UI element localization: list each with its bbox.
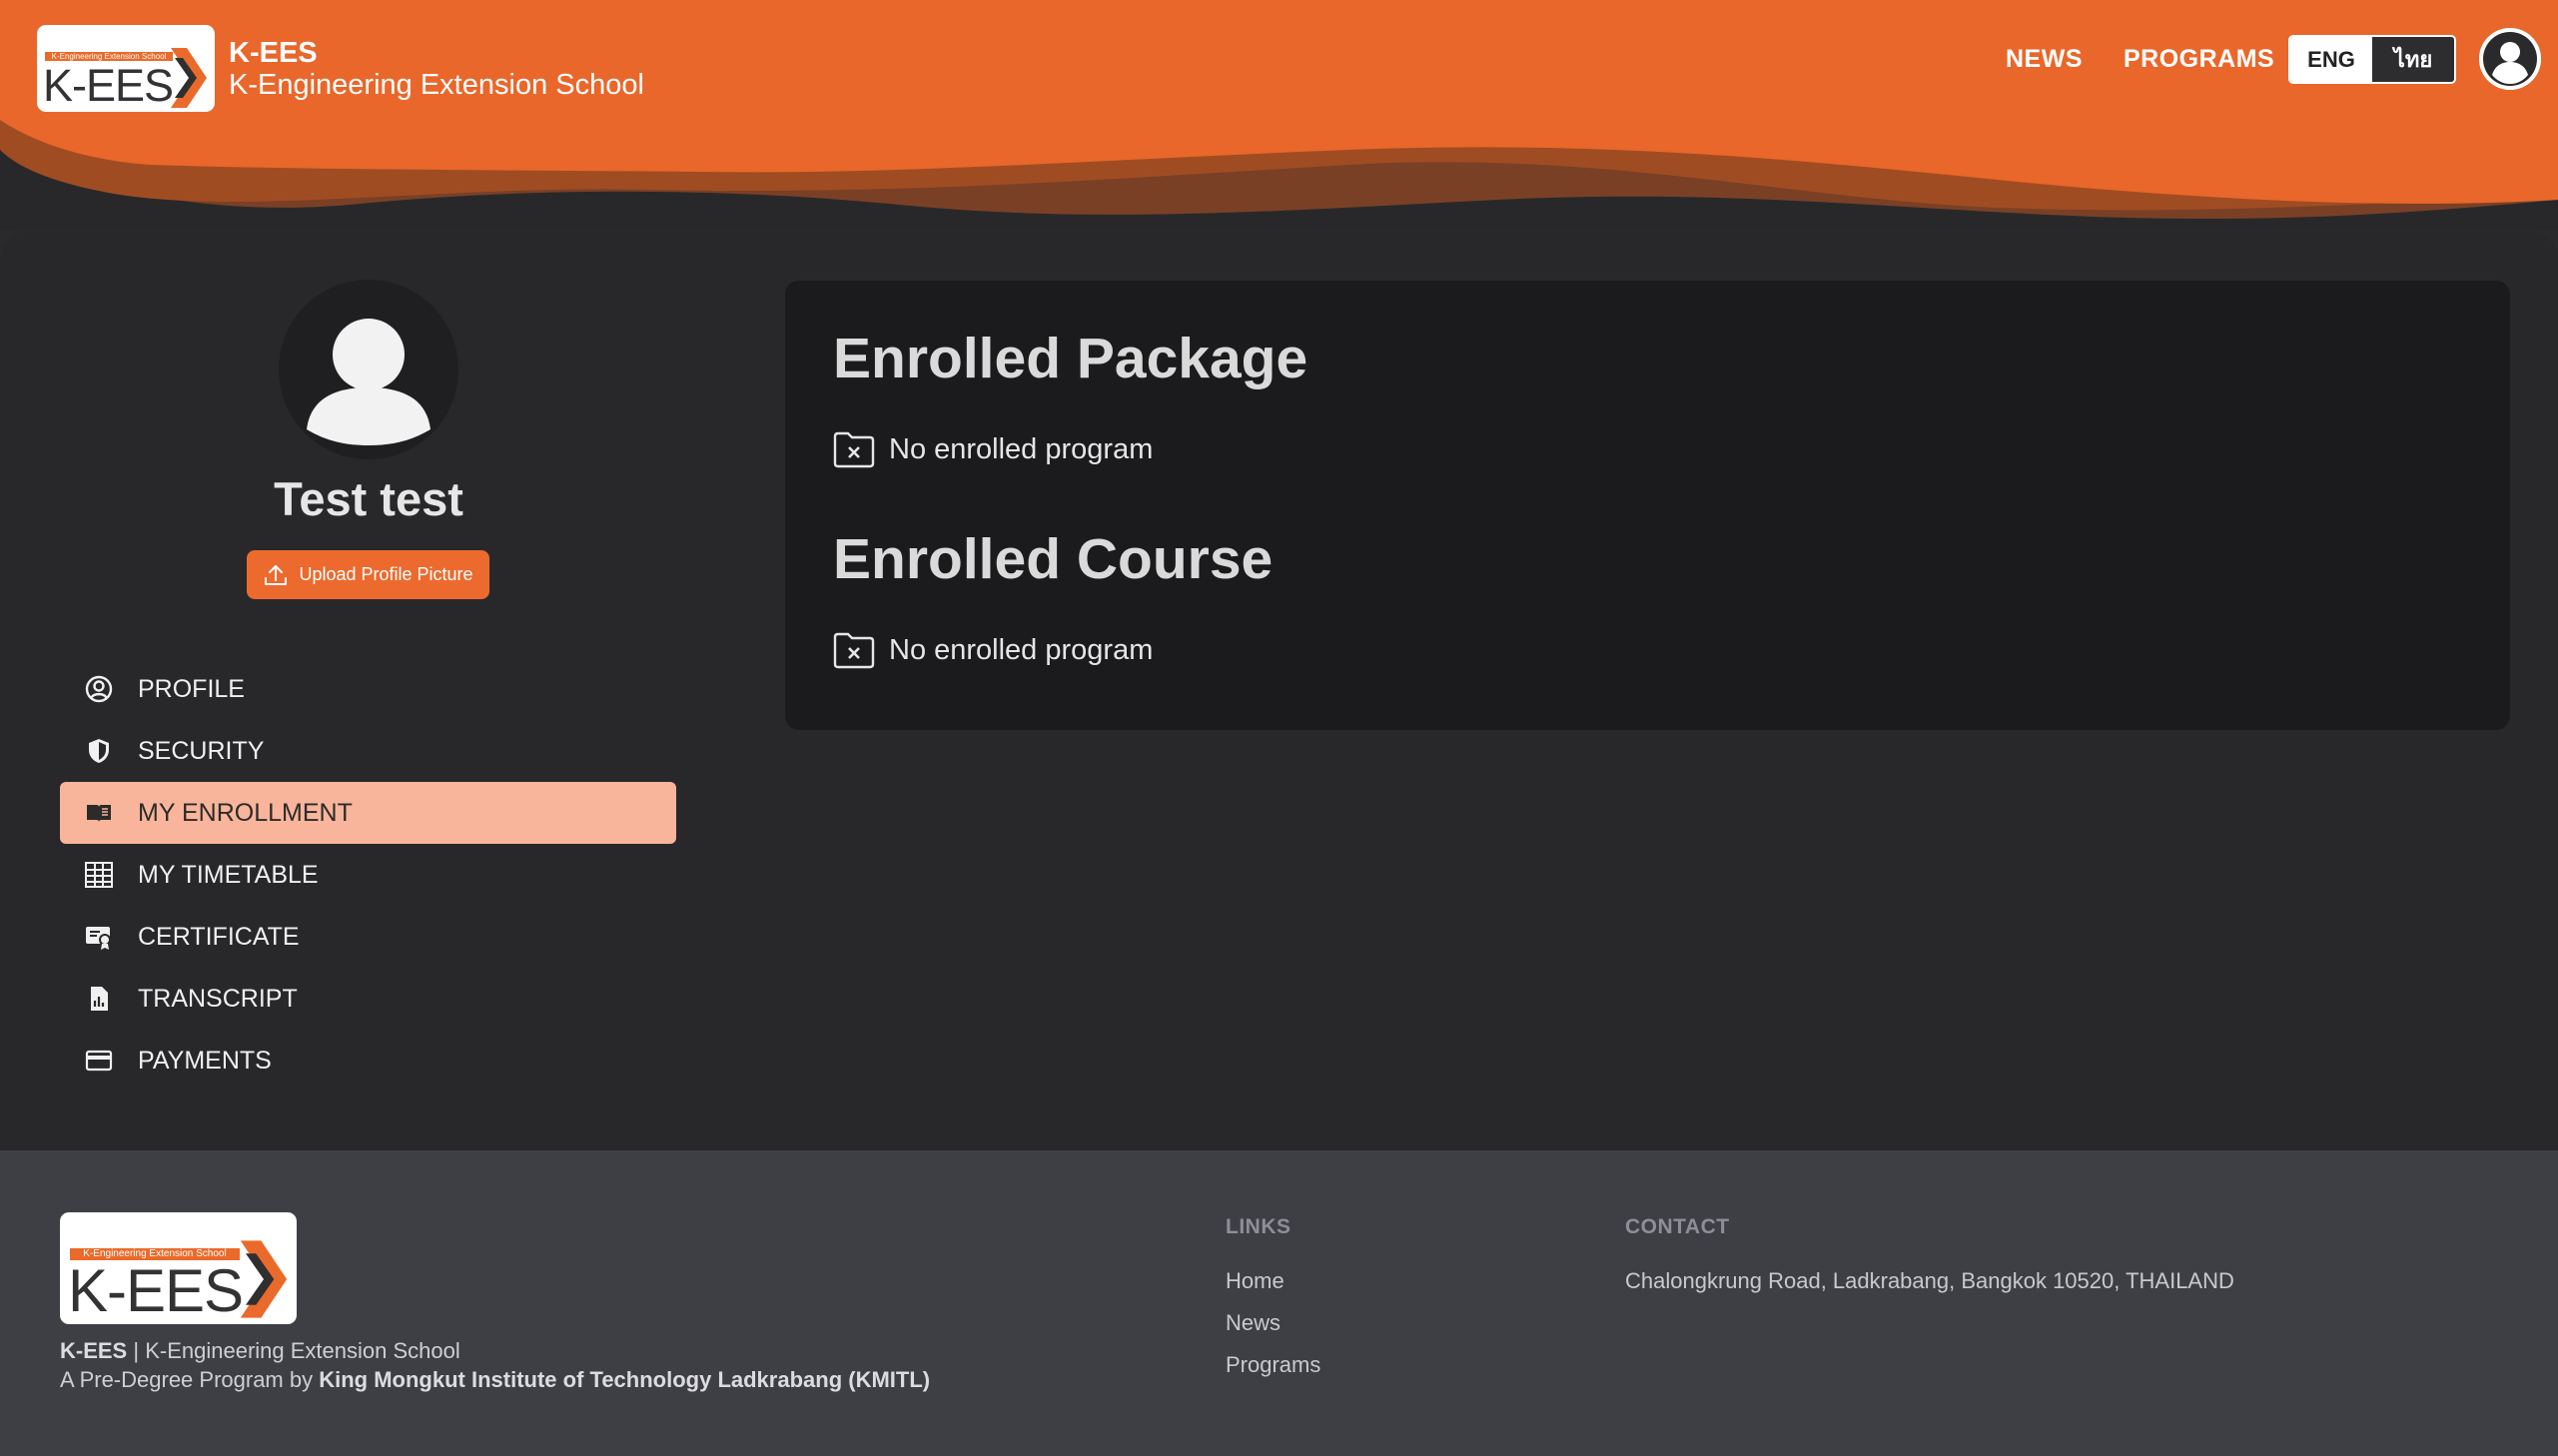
avatar-placeholder-icon bbox=[307, 319, 430, 445]
footer-link-home[interactable]: Home bbox=[1226, 1268, 1284, 1294]
sidebar-item-label: PROFILE bbox=[138, 674, 245, 703]
footer-brand-full: K-Engineering Extension School bbox=[145, 1338, 460, 1363]
footer-links-heading: LINKS bbox=[1226, 1215, 1291, 1238]
table-icon bbox=[84, 860, 114, 890]
upload-profile-picture-button[interactable]: Upload Profile Picture bbox=[247, 550, 489, 599]
sidebar-item-transcript[interactable]: TRANSCRIPT bbox=[60, 968, 676, 1030]
nav-news-link[interactable]: NEWS bbox=[2006, 45, 2083, 74]
brand-subtitle: K-Engineering Extension School bbox=[229, 69, 644, 101]
folder-x-icon bbox=[833, 431, 875, 468]
sidebar-item-my-enrollment[interactable]: MY ENROLLMENT bbox=[60, 782, 676, 844]
book-icon bbox=[84, 798, 114, 828]
sidebar-item-label: CERTIFICATE bbox=[138, 922, 300, 951]
site-footer: K-Engineering Extension School K-EES K-E… bbox=[0, 1150, 2558, 1456]
footer-contact-address: Chalongkrung Road, Ladkrabang, Bangkok 1… bbox=[1625, 1268, 2234, 1293]
account-panel: Test test Upload Profile Picture PROFILE… bbox=[0, 232, 2558, 1150]
sidebar-item-my-timetable[interactable]: MY TIMETABLE bbox=[60, 844, 676, 906]
credit-card-icon bbox=[84, 1046, 114, 1076]
user-circle-icon bbox=[84, 674, 114, 704]
enrolled-package-empty-state: No enrolled program bbox=[833, 430, 1153, 468]
sidebar-item-certificate[interactable]: CERTIFICATE bbox=[60, 906, 676, 968]
header-wave-background bbox=[0, 0, 2558, 230]
footer-brand-separator: | bbox=[127, 1338, 146, 1363]
header-logo[interactable]: K-Engineering Extension School K-EES bbox=[37, 25, 215, 112]
sidebar-item-label: TRANSCRIPT bbox=[138, 984, 298, 1013]
empty-state-text: No enrolled program bbox=[889, 633, 1154, 666]
profile-avatar bbox=[279, 280, 458, 459]
upload-icon bbox=[265, 564, 288, 585]
language-toggle: ENG ไทย bbox=[2288, 35, 2456, 84]
sidebar-item-label: PAYMENTS bbox=[138, 1046, 272, 1075]
sidebar-item-label: MY TIMETABLE bbox=[138, 860, 319, 889]
user-menu-button[interactable] bbox=[2479, 28, 2541, 90]
footer-tagline-prefix: A Pre-Degree Program by bbox=[60, 1367, 320, 1392]
transcript-icon bbox=[84, 984, 114, 1014]
user-icon bbox=[2479, 28, 2541, 90]
footer-link-programs[interactable]: Programs bbox=[1226, 1352, 1320, 1378]
certificate-icon bbox=[84, 922, 114, 952]
footer-brand-short: K-EES bbox=[60, 1338, 128, 1363]
sidebar-item-security[interactable]: SECURITY bbox=[60, 720, 676, 782]
footer-logo[interactable]: K-Engineering Extension School K-EES bbox=[60, 1212, 297, 1324]
logo-wordmark: K-EES bbox=[68, 1257, 244, 1324]
empty-state-text: No enrolled program bbox=[889, 432, 1154, 465]
enrolled-course-title: Enrolled Course bbox=[833, 527, 1274, 591]
footer-contact-heading: CONTACT bbox=[1625, 1215, 1730, 1238]
footer-tagline: A Pre-Degree Program by King Mongkut Ins… bbox=[60, 1367, 930, 1393]
sidebar-item-profile[interactable]: PROFILE bbox=[60, 658, 676, 720]
brand-name: K-EES bbox=[229, 37, 318, 69]
sidebar-item-label: MY ENROLLMENT bbox=[138, 798, 353, 827]
upload-button-label: Upload Profile Picture bbox=[299, 564, 473, 584]
shield-icon bbox=[84, 736, 114, 766]
footer-tagline-org: King Mongkut Institute of Technology Lad… bbox=[319, 1367, 931, 1392]
lang-eng-button[interactable]: ENG bbox=[2290, 37, 2372, 82]
enrolled-course-empty-state: No enrolled program bbox=[833, 631, 1153, 669]
footer-link-news[interactable]: News bbox=[1226, 1310, 1280, 1336]
lang-thai-button[interactable]: ไทย bbox=[2372, 37, 2454, 82]
site-header: K-Engineering Extension School K-EES K-E… bbox=[0, 0, 2558, 230]
enrolled-package-title: Enrolled Package bbox=[833, 327, 1308, 390]
footer-brand-line: K-EES | K-Engineering Extension School bbox=[60, 1338, 460, 1364]
profile-name: Test test bbox=[274, 472, 463, 525]
sidebar-item-payments[interactable]: PAYMENTS bbox=[60, 1030, 676, 1092]
logo-chevron-icon bbox=[240, 1240, 288, 1318]
enrollment-card: Enrolled Package No enrolled program Enr… bbox=[785, 281, 2510, 730]
logo-wordmark: K-EES bbox=[43, 60, 174, 111]
nav-programs-link[interactable]: PROGRAMS bbox=[2124, 45, 2274, 74]
folder-x-icon bbox=[833, 632, 875, 669]
sidebar-item-label: SECURITY bbox=[138, 736, 265, 765]
logo-chevron-icon bbox=[171, 48, 207, 108]
